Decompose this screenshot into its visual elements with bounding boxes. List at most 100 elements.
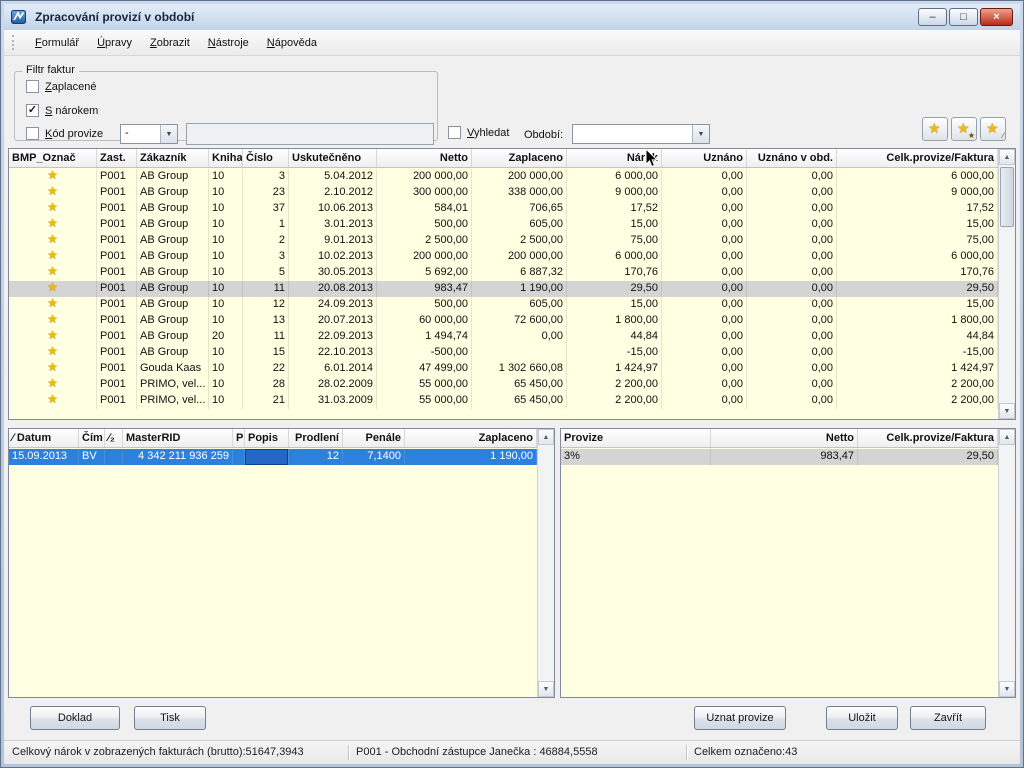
invoice-row[interactable]: ★ P001 AB Group 20 11 22.09.2013 1 494,74 0,00 4… (9, 329, 998, 345)
checkbox-s-narokem[interactable]: ✓ S nárokem (26, 104, 98, 117)
checkbox-label: Vyhledat (467, 126, 510, 139)
payment-column-header[interactable]: P (233, 429, 245, 447)
edit-star-button[interactable]: ★ ∕ (980, 117, 1006, 141)
invoice-table: BMP_Označ Zast. Zákazník Kniha Číslo Uskutečn… (8, 148, 1016, 420)
minimize-button[interactable]: – (918, 8, 947, 26)
tisk-button[interactable]: Tisk (134, 706, 206, 730)
invoice-cell: 3.01.2013 (289, 217, 377, 233)
invoice-column-header[interactable]: Zaplaceno (472, 149, 567, 167)
invoice-cell: 15,00 (567, 297, 662, 313)
kod-provize-input[interactable] (186, 123, 434, 145)
invoice-cell: PRIMO, vel... (137, 393, 209, 409)
invoice-row[interactable]: ★ P001 AB Group 10 2 9.01.2013 2 500,00 2 500,0… (9, 233, 998, 249)
obdobi-select[interactable]: ▼ (572, 124, 710, 144)
invoice-column-header[interactable]: Uznáno (662, 149, 747, 167)
invoice-column-header[interactable]: Uznáno v obd. (747, 149, 837, 167)
commission-column-header[interactable]: Celk.provize/Faktura (858, 429, 998, 447)
payment-cell: 1 190,00 (405, 449, 537, 465)
payment-column-header[interactable]: Zaplaceno (405, 429, 537, 447)
invoice-cell: P001 (97, 249, 137, 265)
invoice-column-header[interactable]: Číslo (243, 149, 289, 167)
invoice-cell: 0,00 (662, 169, 747, 185)
maximize-button[interactable]: □ (949, 8, 978, 26)
scroll-down-icon[interactable]: ▼ (538, 681, 554, 697)
invoice-column-header[interactable]: Zákazník (137, 149, 209, 167)
invoice-cell: 10 (209, 201, 243, 217)
menu-nastroje[interactable]: Nástroje (199, 33, 258, 53)
doklad-button[interactable]: Doklad (30, 706, 120, 730)
mark-all-star-button[interactable]: ★ ★ (951, 117, 977, 141)
invoice-cell: 0,00 (662, 345, 747, 361)
invoice-column-header[interactable]: Zast. (97, 149, 137, 167)
invoice-row[interactable]: ★ P001 AB Group 10 11 20.08.2013 983,47 1 190,0… (9, 281, 998, 297)
checkbox-box[interactable] (26, 127, 39, 140)
checkbox-zaplacene[interactable]: Zaplacené (26, 80, 96, 93)
zavrit-button[interactable]: Zavřít (910, 706, 986, 730)
commission-row[interactable]: 3% 983,47 29,50 (561, 449, 998, 465)
invoice-row[interactable]: ★ P001 PRIMO, vel... 10 21 31.03.2009 55 000,0… (9, 393, 998, 409)
commission-column-header[interactable]: Provize (561, 429, 711, 447)
scroll-up-icon[interactable]: ▲ (538, 429, 554, 445)
scrollbar-thumb[interactable] (1000, 167, 1014, 227)
close-button[interactable]: × (980, 8, 1013, 26)
checkbox-box[interactable]: ✓ (26, 104, 39, 117)
invoice-row[interactable]: ★ P001 AB Group 10 5 30.05.2013 5 692,00 6 887,… (9, 265, 998, 281)
invoice-cell: P001 (97, 265, 137, 281)
payment-column-header[interactable]: Čím (79, 429, 105, 447)
chevron-down-icon[interactable]: ▼ (160, 125, 177, 143)
invoice-cell: ★ (9, 185, 97, 201)
scroll-down-icon[interactable]: ▼ (999, 681, 1015, 697)
invoice-row[interactable]: ★ P001 AB Group 10 12 24.09.2013 500,00 605,00 1… (9, 297, 998, 313)
invoice-column-header[interactable]: Celk.provize/Faktura (837, 149, 998, 167)
payment-cell: BV (79, 449, 105, 465)
invoice-column-header[interactable]: BMP_Označ (9, 149, 97, 167)
payment-column-header[interactable]: Penále (343, 429, 405, 447)
invoice-column-header[interactable]: Kniha (209, 149, 243, 167)
star-icon: ★ (47, 329, 58, 342)
kod-provize-select[interactable]: - ▼ (120, 124, 178, 144)
invoice-row[interactable]: ★ P001 AB Group 10 3 10.02.2013 200 000,00 200 … (9, 249, 998, 265)
uznat-provize-button[interactable]: Uznat provize (694, 706, 786, 730)
title-bar[interactable]: Zpracování provizí v období – □ × (4, 4, 1020, 30)
menu-formular[interactable]: Formulář (26, 33, 88, 53)
mark-star-button[interactable]: ★ (922, 117, 948, 141)
ulozit-button[interactable]: Uložit (826, 706, 898, 730)
scroll-up-icon[interactable]: ▲ (999, 149, 1015, 165)
commission-column-header[interactable]: Netto (711, 429, 858, 447)
invoice-cell: 0,00 (662, 249, 747, 265)
star-icon: ★ (47, 297, 58, 310)
menu-napoveda[interactable]: Nápověda (258, 33, 326, 53)
invoice-row[interactable]: ★ P001 PRIMO, vel... 10 28 28.02.2009 55 000,0… (9, 377, 998, 393)
chevron-down-icon[interactable]: ▼ (692, 125, 709, 143)
invoice-row[interactable]: ★ P001 AB Group 10 37 10.06.2013 584,01 706,65 1… (9, 201, 998, 217)
payment-column-header[interactable]: MasterRID (123, 429, 233, 447)
payment-column-header[interactable]: ∕₂ (105, 429, 123, 447)
invoice-row[interactable]: ★ P001 AB Group 10 3 5.04.2012 200 000,00 200 0… (9, 169, 998, 185)
scroll-up-icon[interactable]: ▲ (999, 429, 1015, 445)
payments-scrollbar[interactable]: ▲ ▼ (537, 429, 554, 697)
scroll-down-icon[interactable]: ▼ (999, 403, 1015, 419)
menu-upravy[interactable]: Úpravy (88, 33, 141, 53)
invoice-column-header[interactable]: Netto (377, 149, 472, 167)
checkbox-box[interactable] (26, 80, 39, 93)
invoice-row[interactable]: ★ P001 AB Group 10 15 22.10.2013 -500,00 -15,00… (9, 345, 998, 361)
invoice-cell: 75,00 (837, 233, 998, 249)
invoice-row[interactable]: ★ P001 AB Group 10 13 20.07.2013 60 000,00 72 6… (9, 313, 998, 329)
invoice-scrollbar[interactable]: ▲ ▼ (998, 149, 1015, 419)
invoice-cell: 22 (243, 361, 289, 377)
checkbox-kod-provize[interactable]: Kód provize (26, 127, 103, 140)
checkbox-box[interactable] (448, 126, 461, 139)
payment-column-header[interactable]: Popis (245, 429, 289, 447)
star-edit-icon: ∕ (1002, 131, 1004, 140)
invoice-cell: 0,00 (747, 313, 837, 329)
payment-column-header[interactable]: ∕ Datum (9, 429, 79, 447)
invoice-column-header[interactable]: Uskutečněno (289, 149, 377, 167)
invoice-row[interactable]: ★ P001 Gouda Kaas 10 22 6.01.2014 47 499,00 1 3… (9, 361, 998, 377)
menu-zobrazit[interactable]: Zobrazit (141, 33, 199, 53)
payment-column-header[interactable]: Prodlení (289, 429, 343, 447)
invoice-row[interactable]: ★ P001 AB Group 10 1 3.01.2013 500,00 605,00 15,… (9, 217, 998, 233)
checkbox-vyhledat[interactable]: Vyhledat (448, 126, 509, 139)
payment-row[interactable]: 15.09.2013 BV 4 342 211 936 259 12 7,1400 1 1… (9, 449, 537, 465)
invoice-row[interactable]: ★ P001 AB Group 10 23 2.10.2012 300 000,00 338 … (9, 185, 998, 201)
commission-scrollbar[interactable]: ▲ ▼ (998, 429, 1015, 697)
